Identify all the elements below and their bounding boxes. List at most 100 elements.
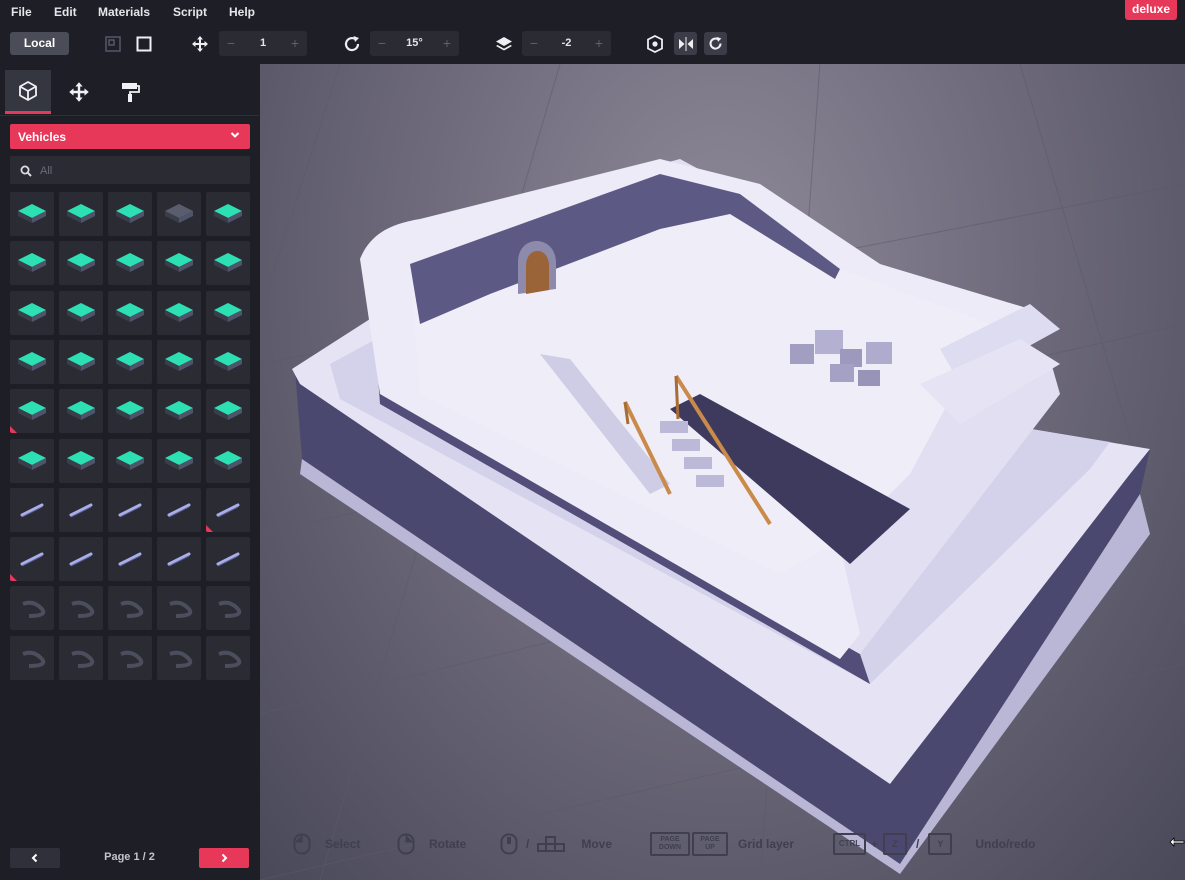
key-y: Y — [928, 833, 953, 855]
part-tile[interactable] — [206, 339, 250, 384]
page-indicator: Page 1 / 2 — [104, 851, 155, 863]
arched-door — [526, 251, 549, 294]
part-tile[interactable] — [59, 192, 103, 236]
part-tile[interactable] — [206, 290, 250, 335]
part-tile[interactable] — [108, 438, 152, 483]
mirror-button[interactable] — [674, 32, 697, 55]
part-tile[interactable] — [206, 537, 250, 582]
part-tile[interactable] — [59, 635, 103, 680]
space-toggle-button[interactable]: Local — [10, 32, 69, 55]
part-tile[interactable] — [108, 241, 152, 286]
reset-rotation-button[interactable] — [704, 32, 727, 55]
part-tile[interactable] — [10, 487, 54, 532]
hint-select-label: Select — [325, 837, 361, 851]
part-tile[interactable] — [59, 389, 103, 434]
part-tile[interactable] — [108, 487, 152, 532]
grid-layer-stepper[interactable]: − -2 + — [522, 31, 611, 56]
rotate-step-value[interactable]: 15° — [394, 31, 435, 56]
tab-move[interactable] — [56, 70, 102, 114]
next-page-button[interactable] — [199, 848, 249, 868]
hint-undo-plus: + — [871, 837, 879, 851]
search-input[interactable] — [38, 161, 242, 181]
part-tile[interactable] — [10, 290, 54, 335]
camera-focus-icon[interactable] — [645, 34, 665, 54]
part-tile[interactable] — [59, 241, 103, 286]
part-tile[interactable] — [108, 339, 152, 384]
part-tile[interactable] — [157, 241, 201, 286]
grid-layer-increment[interactable]: + — [587, 31, 611, 56]
category-dropdown[interactable]: Vehicles — [10, 124, 250, 149]
pivot-multi-icon[interactable] — [103, 34, 123, 54]
part-tile[interactable] — [157, 339, 201, 384]
part-tile[interactable] — [108, 389, 152, 434]
grid-layer-decrement[interactable]: − — [522, 31, 546, 56]
redo-icon — [709, 36, 722, 50]
menu-script[interactable]: Script — [173, 5, 207, 19]
part-tile[interactable] — [157, 537, 201, 582]
part-tile[interactable] — [157, 192, 201, 236]
part-tile[interactable] — [157, 586, 201, 631]
rotate-step-decrement[interactable]: − — [370, 31, 394, 56]
move-step-value[interactable]: 1 — [243, 31, 283, 56]
part-tile[interactable] — [59, 537, 103, 582]
part-tile[interactable] — [206, 192, 250, 236]
part-tile[interactable] — [206, 438, 250, 483]
part-tile[interactable] — [108, 192, 152, 236]
key-page-up: PAGE UP — [692, 832, 728, 856]
cube-icon — [19, 80, 37, 101]
part-tile[interactable] — [10, 339, 54, 384]
3d-viewport[interactable]: Select Rotate / Move PAGE DOWN PAGE UP G… — [260, 64, 1185, 880]
part-tile[interactable] — [59, 339, 103, 384]
part-tile[interactable] — [10, 389, 54, 434]
resize-cursor-icon — [1169, 834, 1185, 852]
mouse-left-icon — [293, 833, 311, 855]
rotate-step-increment[interactable]: + — [435, 31, 459, 56]
tab-build[interactable] — [5, 70, 51, 114]
move-step-decrement[interactable]: − — [219, 31, 243, 56]
rotate-step-stepper[interactable]: − 15° + — [370, 31, 459, 56]
move-step-increment[interactable]: + — [283, 31, 307, 56]
menu-file[interactable]: File — [11, 5, 32, 19]
part-tile[interactable] — [157, 290, 201, 335]
mirror-icon — [678, 36, 693, 51]
move-step-stepper[interactable]: − 1 + — [219, 31, 307, 56]
part-tile[interactable] — [206, 241, 250, 286]
grid-layer-value[interactable]: -2 — [546, 31, 587, 56]
part-tile[interactable] — [206, 487, 250, 532]
part-tile[interactable] — [108, 586, 152, 631]
part-tile[interactable] — [206, 586, 250, 631]
keyboard-keys-icon — [537, 836, 566, 852]
part-tile[interactable] — [157, 635, 201, 680]
tab-paint[interactable] — [107, 70, 153, 114]
part-tile[interactable] — [206, 635, 250, 680]
part-tile[interactable] — [10, 192, 54, 236]
search-box[interactable] — [10, 156, 250, 184]
part-tile[interactable] — [59, 290, 103, 335]
toolbar: Local − 1 + − 15° + − -2 + — [0, 24, 1185, 64]
menu-edit[interactable]: Edit — [54, 5, 77, 19]
part-tile[interactable] — [157, 438, 201, 483]
part-tile[interactable] — [10, 438, 54, 483]
part-tile[interactable] — [10, 241, 54, 286]
part-tile[interactable] — [108, 537, 152, 582]
part-tile[interactable] — [157, 487, 201, 532]
part-tile[interactable] — [108, 290, 152, 335]
search-icon — [20, 164, 32, 182]
part-tile[interactable] — [10, 537, 54, 582]
part-tile[interactable] — [206, 389, 250, 434]
pivot-single-icon[interactable] — [134, 34, 154, 54]
part-tile[interactable] — [59, 586, 103, 631]
part-tile[interactable] — [10, 635, 54, 680]
move-arrows-icon — [69, 82, 89, 102]
hint-rotate-label: Rotate — [429, 837, 467, 851]
part-tile[interactable] — [59, 438, 103, 483]
part-tile[interactable] — [157, 389, 201, 434]
menu-help[interactable]: Help — [229, 5, 255, 19]
menu-materials[interactable]: Materials — [98, 5, 150, 19]
part-tile[interactable] — [59, 487, 103, 532]
prev-page-button[interactable] — [10, 848, 60, 868]
part-tile[interactable] — [10, 586, 54, 631]
deluxe-badge[interactable]: deluxe — [1124, 0, 1177, 20]
mouse-middle-icon — [500, 833, 518, 855]
part-tile[interactable] — [108, 635, 152, 680]
